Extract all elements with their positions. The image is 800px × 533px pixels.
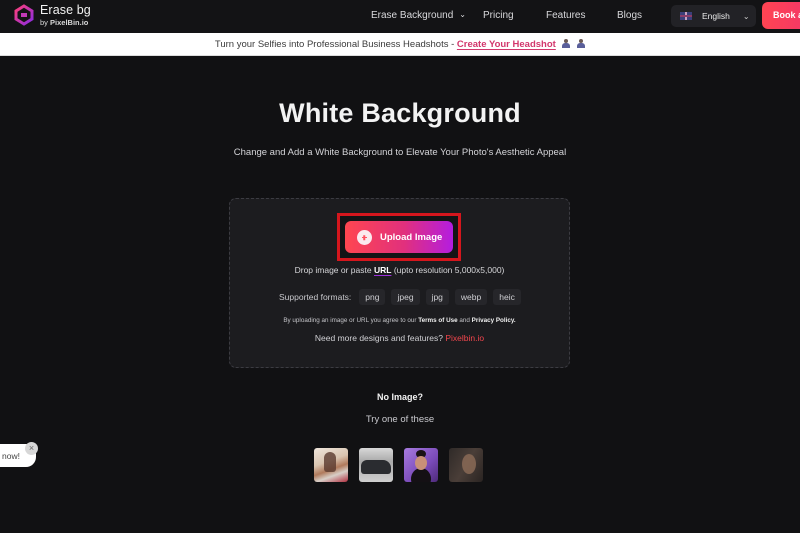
logo-subtitle: by PixelBin.io [40,17,89,27]
chevron-down-icon: ⌄ [459,10,466,19]
sample-thumbnail-woman-outdoor[interactable] [314,448,348,482]
logo[interactable]: Erase bg by PixelBin.io [13,4,91,26]
drop-instructions: Drop image or paste URL (upto resolution… [294,265,505,275]
terms-notice: By uploading an image or URL you agree t… [283,317,516,324]
format-chip: heic [493,289,521,305]
page-title: White Background [279,98,521,128]
nav-features[interactable]: Features [546,10,585,21]
supported-formats: Supported formats: png jpeg jpg webp hei… [279,289,527,305]
book-demo-button[interactable]: Book a [762,2,800,29]
sample-thumbnail-car[interactable] [359,448,393,482]
plus-icon [357,229,372,245]
format-chip: jpg [425,289,449,305]
language-selector[interactable]: English ⌄ [671,5,756,27]
create-headshot-link[interactable]: Create Your Headshot [457,39,556,50]
format-chip: webp [454,289,488,305]
logo-title: Erase bg [40,3,91,17]
person-woman-icon [562,39,571,48]
terms-of-use-link[interactable]: Terms of Use [418,317,457,324]
top-navbar: Erase bg by PixelBin.io Erase Background… [0,0,800,33]
chevron-down-icon: ⌄ [742,11,750,21]
more-features-text: Need more designs and features? Pixelbin… [314,333,485,343]
erase-bg-logo-icon [14,4,34,26]
nav-erase-background[interactable]: Erase Background ⌄ [371,10,466,21]
upload-image-label: Upload Image [380,231,443,243]
sample-thumbnail-woman-purple[interactable] [404,448,438,482]
paste-url-link[interactable]: URL [374,265,391,275]
no-image-heading: No Image? [376,392,423,402]
formats-label: Supported formats: [279,292,352,302]
try-samples-text: Try one of these [365,414,435,425]
format-chip: png [359,289,386,305]
language-label: English [702,11,730,21]
sample-thumbnail-man-portrait[interactable] [449,448,483,482]
promo-toast-text: now! [2,451,20,461]
privacy-policy-link[interactable]: Privacy Policy. [472,317,516,324]
nav-pricing[interactable]: Pricing [483,10,514,21]
pixelbin-link[interactable]: Pixelbin.io [445,333,484,343]
format-chip: jpeg [391,289,420,305]
announcement-bar: Turn your Selfies into Professional Busi… [0,33,800,56]
uk-flag-icon [680,12,692,20]
person-man-icon [577,39,586,48]
sample-images [314,448,494,482]
nav-blogs[interactable]: Blogs [617,10,642,21]
close-icon[interactable]: × [25,442,38,455]
upload-image-button[interactable]: Upload Image [345,221,453,253]
page-subtitle: Change and Add a White Background to Ele… [233,147,567,158]
announcement-text: Turn your Selfies into Professional Busi… [214,39,457,50]
